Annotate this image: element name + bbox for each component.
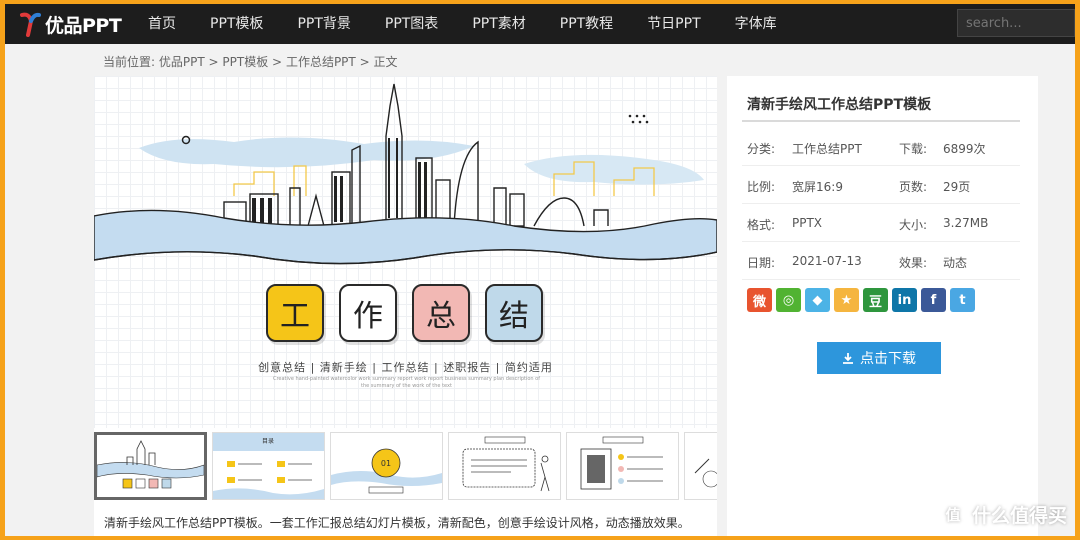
title-tile: 工 <box>266 284 324 342</box>
nav-item-ppt-materials[interactable]: PPT素材 <box>455 4 542 44</box>
thumbnail[interactable]: 01 <box>330 432 443 500</box>
breadcrumb-prefix: 当前位置: <box>103 55 156 69</box>
breadcrumb-separator: > <box>272 55 283 69</box>
breadcrumb-home[interactable]: 优品PPT <box>159 55 205 69</box>
breadcrumb: 当前位置: 优品PPT > PPT模板 > 工作总结PPT > 正文 <box>103 53 397 70</box>
breadcrumb-current: 正文 <box>373 55 398 69</box>
main-content: 工 作 总 结 创意总结 | 清新手绘 | 工作总结 | 述职报告 | 简约适用… <box>94 76 717 536</box>
thumbnail-strip: 目录 01 <box>94 432 717 502</box>
info-value-effect: 动态 <box>943 256 968 270</box>
nav-item-ppt-templates[interactable]: PPT模板 <box>193 4 280 44</box>
info-value-pages: 29页 <box>943 180 971 194</box>
info-row: 格式: PPTX 大小: 3.27MB <box>742 204 1020 242</box>
logo-icon <box>19 11 41 37</box>
breadcrumb-ppt-templates[interactable]: PPT模板 <box>222 55 268 69</box>
info-value-downloads: 6899次 <box>943 142 986 156</box>
watermark: 值 什么值得买 <box>939 501 1067 528</box>
breadcrumb-separator: > <box>208 55 219 69</box>
thumbnail-label: 目录 <box>262 437 274 445</box>
title-tile: 作 <box>339 284 397 342</box>
main-nav: 首页 PPT模板 PPT背景 PPT图表 PPT素材 PPT教程 节日PPT 字… <box>131 4 794 44</box>
info-label: 页数: <box>899 180 928 194</box>
facebook-icon[interactable]: f <box>921 288 946 312</box>
info-row: 比例: 宽屏16:9 页数: 29页 <box>742 166 1020 204</box>
thumbnail[interactable]: 目录 <box>212 432 325 500</box>
weibo-icon[interactable]: 微 <box>747 288 772 312</box>
thumbnail[interactable] <box>448 432 561 500</box>
info-label: 大小: <box>899 218 928 232</box>
watermark-text: 什么值得买 <box>971 505 1067 527</box>
download-icon <box>843 353 853 364</box>
thumbnail[interactable] <box>684 432 717 500</box>
nav-item-home[interactable]: 首页 <box>131 4 193 44</box>
top-nav-bar: 优品PPT 首页 PPT模板 PPT背景 PPT图表 PPT素材 PPT教程 节… <box>5 4 1075 44</box>
douban-icon[interactable]: 豆 <box>863 288 888 312</box>
info-label: 下载: <box>899 142 928 156</box>
browser-frame: 优品PPT 首页 PPT模板 PPT背景 PPT图表 PPT素材 PPT教程 节… <box>5 4 1075 536</box>
thumbnail-label: 01 <box>381 459 391 468</box>
thumbnail[interactable] <box>94 432 207 500</box>
template-description: 清新手绘风工作总结PPT模板。一套工作汇报总结幻灯片模板，清新配色，创意手绘设计… <box>104 516 690 530</box>
linkedin-icon[interactable]: in <box>892 288 917 312</box>
slide-subtitle: 创意总结 | 清新手绘 | 工作总结 | 述职报告 | 简约适用 <box>258 361 553 374</box>
qzone-icon[interactable]: ★ <box>834 288 859 312</box>
slide-english-caption: Creative hand-painted watercolor work su… <box>272 376 540 389</box>
breadcrumb-separator: > <box>359 55 370 69</box>
watermark-logo: 值 <box>939 501 966 528</box>
info-value-date: 2021-07-13 <box>792 254 862 268</box>
breadcrumb-work-summary[interactable]: 工作总结PPT <box>286 55 356 69</box>
thumbnail[interactable] <box>566 432 679 500</box>
info-row: 分类: 工作总结PPT 下载: 6899次 <box>742 128 1020 166</box>
nav-item-fonts[interactable]: 字体库 <box>718 4 794 44</box>
search-input[interactable] <box>957 9 1075 37</box>
title-tile: 总 <box>412 284 470 342</box>
nav-item-ppt-backgrounds[interactable]: PPT背景 <box>280 4 367 44</box>
nav-item-ppt-tutorials[interactable]: PPT教程 <box>543 4 630 44</box>
template-title: 清新手绘风工作总结PPT模板 <box>747 97 932 113</box>
info-label: 分类: <box>747 142 776 156</box>
info-label: 格式: <box>747 218 776 232</box>
info-value-category[interactable]: 工作总结PPT <box>792 140 862 157</box>
nav-item-holiday-ppt[interactable]: 节日PPT <box>630 4 717 44</box>
wechat-icon[interactable]: ◎ <box>776 288 801 312</box>
qq-icon[interactable]: ◆ <box>805 288 830 312</box>
title-tiles: 工 作 总 结 <box>266 284 543 342</box>
title-tile: 结 <box>485 284 543 342</box>
download-button-label: 点击下载 <box>860 351 916 367</box>
info-panel: 清新手绘风工作总结PPT模板 分类: 工作总结PPT 下载: 6899次 比例:… <box>727 76 1038 536</box>
title-divider <box>742 120 1020 122</box>
info-label: 日期: <box>747 256 776 270</box>
info-value-ratio: 宽屏16:9 <box>792 180 843 194</box>
logo-text: 优品PPT <box>45 14 122 37</box>
info-value-format: PPTX <box>792 216 823 230</box>
slide-preview: 工 作 总 结 创意总结 | 清新手绘 | 工作总结 | 述职报告 | 简约适用… <box>94 76 717 428</box>
twitter-icon[interactable]: t <box>950 288 975 312</box>
share-buttons: 微 ◎ ◆ ★ 豆 in f t <box>747 288 975 312</box>
info-value-size: 3.27MB <box>943 216 989 230</box>
info-label: 效果: <box>899 256 928 270</box>
nav-item-ppt-charts[interactable]: PPT图表 <box>368 4 455 44</box>
download-button[interactable]: 点击下载 <box>817 342 941 374</box>
info-row: 日期: 2021-07-13 效果: 动态 <box>742 242 1020 280</box>
site-logo[interactable]: 优品PPT <box>19 10 122 38</box>
info-label: 比例: <box>747 180 776 194</box>
